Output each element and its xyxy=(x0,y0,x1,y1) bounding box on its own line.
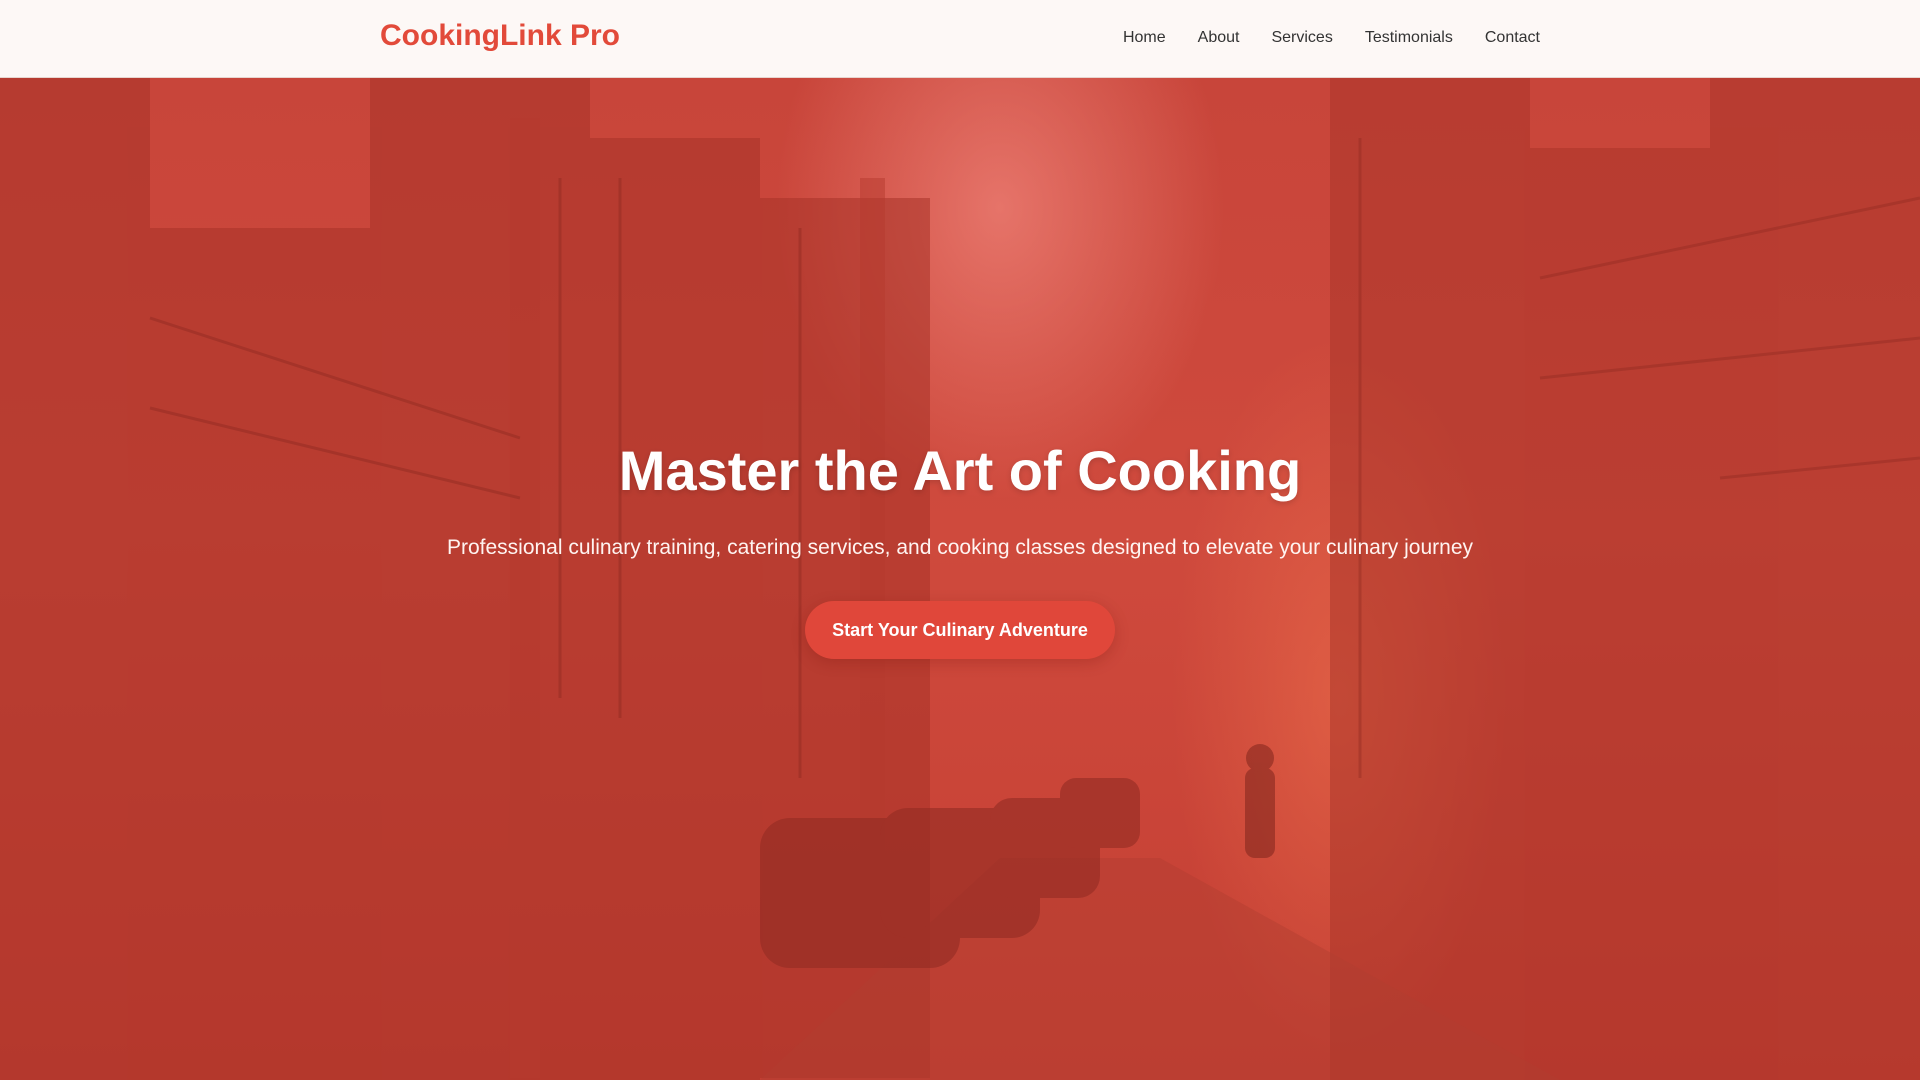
hero-content: Master the Art of Cooking Professional c… xyxy=(0,78,1920,1080)
nav-home-link[interactable]: Home xyxy=(1123,29,1166,47)
nav-services-link[interactable]: Services xyxy=(1271,29,1332,47)
nav-contact-link[interactable]: Contact xyxy=(1485,29,1540,47)
nav-testimonials-link[interactable]: Testimonials xyxy=(1365,29,1453,47)
hero-subtitle: Professional culinary training, catering… xyxy=(446,536,1474,559)
hero-section: Master the Art of Cooking Professional c… xyxy=(0,78,1920,1080)
navbar: CookingLink Pro Home About Services Test… xyxy=(0,0,1920,78)
logo[interactable]: CookingLink Pro xyxy=(380,19,620,53)
hero-title: Master the Art of Cooking xyxy=(618,439,1302,502)
cta-button[interactable]: Start Your Culinary Adventure xyxy=(805,601,1115,659)
nav-about-link[interactable]: About xyxy=(1198,29,1240,47)
main-nav: Home About Services Testimonials Contact xyxy=(1123,29,1540,47)
